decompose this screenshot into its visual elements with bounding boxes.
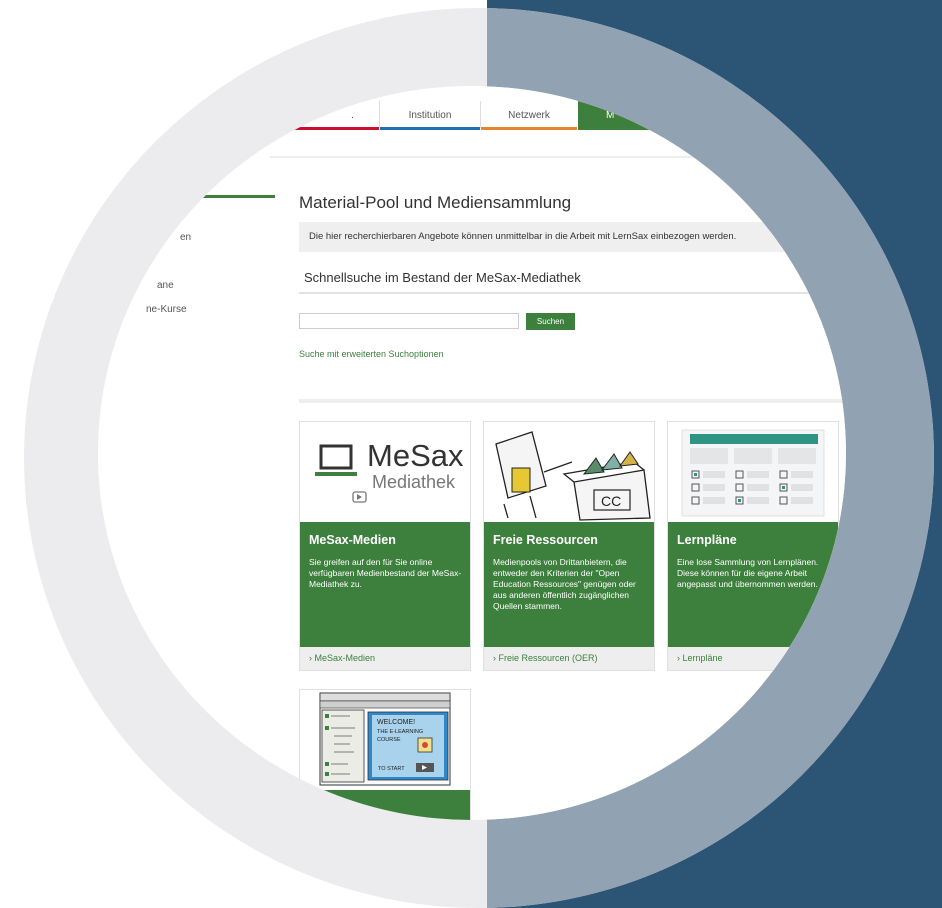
elearning-screen-illustration: WELCOME! THE E-LEARNING COURSE TO START xyxy=(319,692,451,786)
mesax-logo-text: MeSax xyxy=(367,438,464,473)
sidebar-item[interactable]: en xyxy=(180,232,191,243)
section-divider xyxy=(299,399,846,403)
card-body xyxy=(300,790,470,820)
card-title: MeSax-Medien xyxy=(309,533,396,547)
mesax-logo: MeSax Mediathek xyxy=(300,422,470,522)
file-box-illustration: CC xyxy=(495,431,651,521)
website-page: . Institution Netzwerk M en ane ne-Kurse… xyxy=(98,86,846,820)
magnified-lens: . Institution Netzwerk M en ane ne-Kurse… xyxy=(98,86,846,820)
nav-tab-mediathek[interactable]: M xyxy=(578,100,738,130)
nav-tab-label: Institution xyxy=(408,110,452,121)
card-online-kurse[interactable]: WELCOME! THE E-LEARNING COURSE TO START xyxy=(299,689,471,820)
sketch-text: TO START xyxy=(378,766,405,772)
sketch-text: THE E-LEARNING xyxy=(377,729,423,735)
nav-tab-underline xyxy=(380,127,480,130)
advanced-search-link[interactable]: Suche mit erweiterten Suchoptionen xyxy=(299,349,444,359)
sidebar-item[interactable]: ne-Kurse xyxy=(146,304,187,315)
card-body: MeSax-Medien Sie greifen auf den für Sie… xyxy=(300,522,470,647)
mediathek-logo-text: Mediathek xyxy=(372,472,456,492)
nav-tab-underline xyxy=(481,127,577,130)
header-divider xyxy=(270,156,846,158)
nav-tab-institution[interactable]: Institution xyxy=(380,100,480,130)
search-button[interactable]: Suchen xyxy=(526,313,575,330)
nav-tab-label: Netzwerk xyxy=(508,110,550,121)
sidebar-active-indicator xyxy=(150,195,275,198)
lernplan-illustration xyxy=(668,422,838,522)
nav-tab-label: . xyxy=(351,110,354,121)
card-link[interactable]: › Lernpläne xyxy=(668,647,838,670)
card-mesax-medien[interactable]: MeSax Mediathek MeSax-Medien Sie greifen… xyxy=(299,421,471,671)
card-freie-ressourcen[interactable]: CC Freie Ressourcen Medienpools von Drit… xyxy=(483,421,655,671)
card-title: Lernpläne xyxy=(677,533,737,547)
card-title: Freie Ressourcen xyxy=(493,533,598,547)
sketch-text: WELCOME! xyxy=(377,719,415,726)
nav-tab-1[interactable]: . xyxy=(290,100,379,130)
card-link[interactable]: › MeSax-Medien xyxy=(300,647,470,670)
nav-tab-netzwerk[interactable]: Netzwerk xyxy=(481,100,577,130)
checklist-grid-icon xyxy=(681,429,825,517)
nav-tab-underline xyxy=(290,127,379,130)
card-body: Freie Ressourcen Medienpools von Drittan… xyxy=(484,522,654,647)
card-lernplaene[interactable]: Lernpläne Eine lose Sammlung von Lernplä… xyxy=(667,421,839,671)
card-link[interactable]: › Freie Ressourcen (OER) xyxy=(484,647,654,670)
card-description: Medienpools von Drittanbietern, die entw… xyxy=(493,557,636,611)
page-title: Material-Pool und Mediensammlung xyxy=(299,193,572,212)
card-body: Lernpläne Eine lose Sammlung von Lernplä… xyxy=(668,522,838,647)
info-box: Die hier recherchierbaren Angebote könne… xyxy=(299,222,846,252)
sidebar-item[interactable]: ane xyxy=(157,280,174,291)
course-illustration: WELCOME! THE E-LEARNING COURSE TO START xyxy=(300,690,470,790)
nav-tab-label: M xyxy=(606,110,615,121)
card-description: Eine lose Sammlung von Lernplänen. Diese… xyxy=(677,557,819,589)
oer-illustration: CC xyxy=(484,422,654,522)
cc-label: CC xyxy=(601,493,621,509)
card-description: Sie greifen auf den für Sie online verfü… xyxy=(309,557,462,589)
search-input[interactable] xyxy=(299,313,519,329)
quicksearch-heading: Schnellsuche im Bestand der MeSax-Mediat… xyxy=(299,270,846,294)
sketch-text: COURSE xyxy=(377,737,401,743)
